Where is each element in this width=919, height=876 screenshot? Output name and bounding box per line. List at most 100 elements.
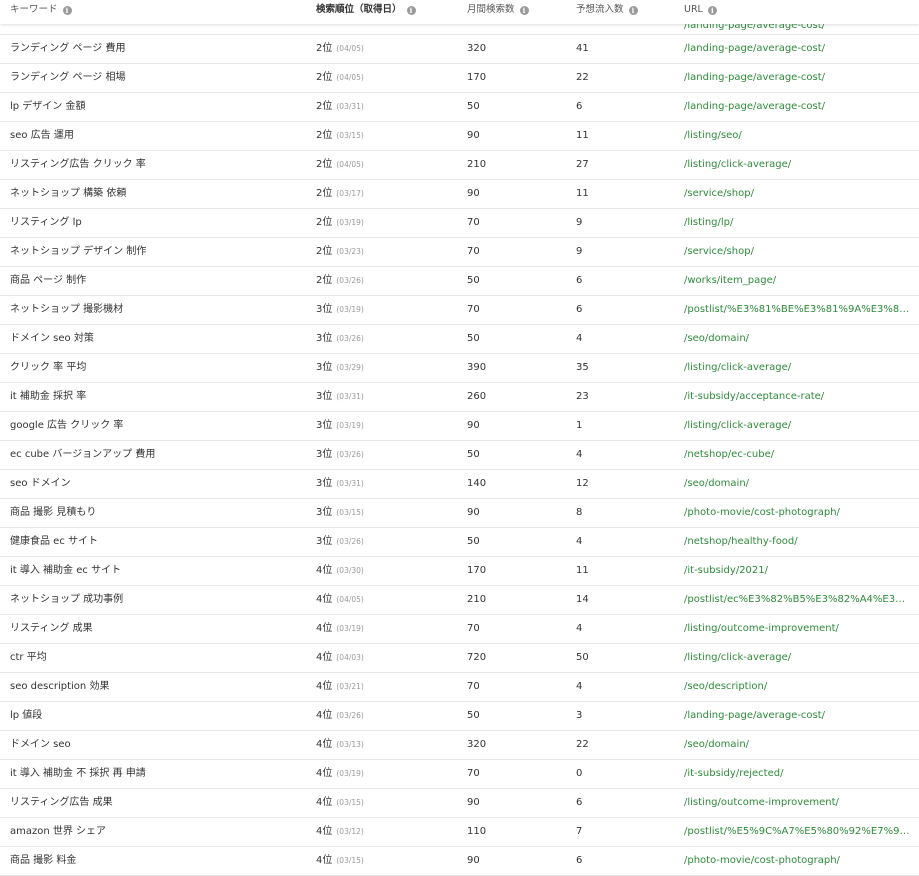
traffic-cell: 8 [576,507,583,518]
search-volume-cell: 70 [467,768,480,779]
url-link[interactable]: /it-subsidy/rejected/ [684,760,914,788]
url-link[interactable]: /it-subsidy/2021/ [684,557,914,585]
url-link[interactable]: /landing-page/average-cost/ [684,24,914,34]
url-link[interactable]: /listing/click-average/ [684,354,914,382]
keyword-cell: ネットショップ デザイン 制作 [10,246,147,257]
info-icon[interactable]: i [406,6,416,15]
url-link[interactable]: /it-subsidy/acceptance-rate/ [684,383,914,411]
url-link[interactable]: /postlist/%E5%9C%A7%E5%80%92%E7%9A… [684,818,914,846]
rank-cell: 3位 (03/26) [316,441,364,469]
search-volume-cell: 90 [467,130,480,141]
traffic-cell: 6 [576,797,583,808]
info-icon[interactable]: i [628,6,638,15]
traffic-cell: 27 [576,159,589,170]
fetch-date: (03/30) [336,566,364,575]
search-volume-cell: 70 [467,304,480,315]
search-volume-cell: 390 [467,362,487,373]
keyword-cell: ctr 平均 [10,652,47,663]
keyword-cell: lp デザイン 金額 [10,101,86,112]
keyword-cell: seo description 効果 [10,681,110,692]
url-link[interactable]: /netshop/ec-cube/ [684,441,914,469]
search-volume-cell: 70 [467,681,480,692]
url-link[interactable]: /photo-movie/cost-photograph/ [684,847,914,875]
keyword-cell: seo 広告 運用 [10,130,74,141]
url-link[interactable]: /seo/domain/ [684,470,914,498]
header-traffic[interactable]: 予想流入数 i [576,3,638,17]
table-row: ネットショップ デザイン 制作 2位 (03/23) 70 9/service/shop… [0,238,919,267]
url-link[interactable]: /landing-page/average-cost/ [684,93,914,121]
url-link[interactable]: /photo-movie/cost-photograph/ [684,499,914,527]
url-link[interactable]: /seo/domain/ [684,325,914,353]
url-link[interactable]: /landing-page/average-cost/ [684,35,914,63]
search-volume-cell: 320 [467,43,487,54]
keyword-cell: ランディング ページ 相場 [10,72,126,83]
url-link[interactable]: /netshop/healthy-food/ [684,528,914,556]
url-link[interactable]: /landing-page/average-cost/ [684,702,914,730]
rank-value: 4位 [316,826,333,837]
url-link[interactable]: /seo/description/ [684,673,914,701]
fetch-date: (03/23) [336,247,364,256]
rank-value: 3位 [316,478,333,489]
rank-value: 3位 [316,420,333,431]
traffic-cell: 9 [576,246,583,257]
rank-cell: 3位 (03/19) [316,296,364,324]
rank-cell: 4位 (04/03) [316,644,364,672]
search-volume-cell: 90 [467,797,480,808]
header-rank[interactable]: 検索順位（取得日） i [316,3,416,17]
search-volume-cell: 90 [467,507,480,518]
fetch-date: (03/19) [336,218,364,227]
keyword-cell: 健康食品 ec サイト [10,536,99,547]
search-volume-cell: 50 [467,710,480,721]
traffic-cell: 6 [576,275,583,286]
url-link[interactable]: /listing/outcome-improvement/ [684,615,914,643]
traffic-cell: 6 [576,855,583,866]
info-icon[interactable]: i [62,6,72,15]
fetch-date: (04/05) [336,73,364,82]
header-url[interactable]: URL i [684,3,717,17]
fetch-date: (04/05) [336,595,364,604]
keyword-cell: it 導入 補助金 ec サイト [10,565,122,576]
url-link[interactable]: /seo/domain/ [684,731,914,759]
rank-cell: 2位 (03/15) [316,122,364,150]
search-volume-cell: 50 [467,449,480,460]
header-keyword[interactable]: キーワード i [10,3,72,17]
search-volume-cell: 70 [467,246,480,257]
keyword-cell: ランディング ページ 費用 [10,43,126,54]
table-row: seo ドメイン 3位 (03/31) 140 12/seo/domain/ [0,470,919,499]
rank-cell: 4位 (03/15) [316,789,364,817]
table-row: ランディング ページ 相場 2位 (04/05) 170 22/landing-page… [0,64,919,93]
keyword-cell: it 補助金 採択 率 [10,391,87,402]
url-link[interactable]: /listing/click-average/ [684,151,914,179]
table-row: クリック 率 平均 3位 (03/29) 390 35/listing/click-av… [0,354,919,383]
url-link[interactable]: /postlist/ec%E3%82%B5%E3%82%A4%E3%… [684,586,914,614]
keyword-cell: ドメイン seo 対策 [10,333,94,344]
table-row: it 導入 補助金 ec サイト 4位 (03/30) 170 11/it-subsid… [0,557,919,586]
fetch-date: (04/05) [336,44,364,53]
table-row: 商品 撮影 料金 4位 (03/15) 90 6/photo-movie/cost-ph… [0,847,919,876]
traffic-cell: 4 [576,681,583,692]
keyword-cell: リスティング 成果 [10,623,93,634]
table-row: lp デザイン 金額 2位 (03/31) 50 6/landing-page/aver… [0,93,919,122]
url-link[interactable]: /postlist/%E3%81%BE%E3%81%9A%E3%81… [684,296,914,324]
fetch-date: (03/15) [336,856,364,865]
header-volume[interactable]: 月間検索数 i [467,3,529,17]
url-link[interactable]: /listing/click-average/ [684,412,914,440]
url-link[interactable]: /listing/seo/ [684,122,914,150]
url-link[interactable]: /service/shop/ [684,238,914,266]
info-icon[interactable]: i [519,6,529,15]
rank-value: 2位 [316,130,333,141]
info-icon[interactable]: i [707,6,717,15]
search-volume-cell: 90 [467,420,480,431]
table-row-partial: /landing-page/average-cost/ [0,24,919,35]
url-link[interactable]: /works/item_page/ [684,267,914,295]
table-row: it 導入 補助金 不 採択 再 申請 4位 (03/19) 70 0/it-subsi… [0,760,919,789]
url-link[interactable]: /listing/outcome-improvement/ [684,789,914,817]
table-row: ネットショップ 撮影機材 3位 (03/19) 70 6/postlist/%E3%81… [0,296,919,325]
url-link[interactable]: /landing-page/average-cost/ [684,64,914,92]
search-volume-cell: 50 [467,536,480,547]
rank-value: 4位 [316,565,333,576]
url-link[interactable]: /service/shop/ [684,180,914,208]
table-row: リスティング広告 成果 4位 (03/15) 90 6/listing/outcome-… [0,789,919,818]
url-link[interactable]: /listing/click-average/ [684,644,914,672]
url-link[interactable]: /listing/lp/ [684,209,914,237]
